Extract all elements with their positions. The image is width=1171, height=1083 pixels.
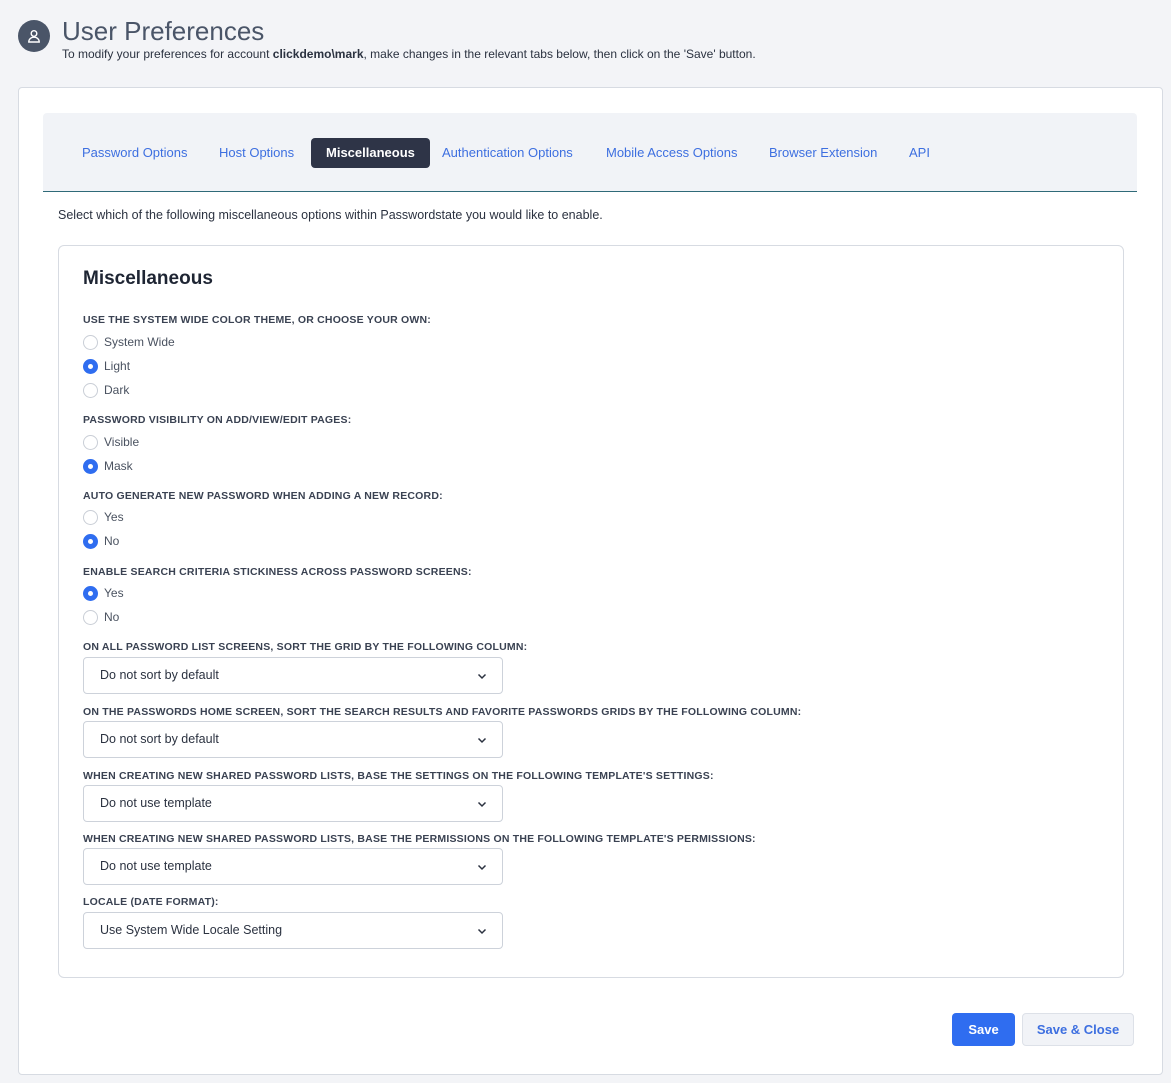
tab-password-options[interactable]: Password Options [67,138,203,168]
auto-generate-label: AUTO GENERATE NEW PASSWORD WHEN ADDING A… [83,490,443,502]
tab-api[interactable]: API [894,138,945,168]
miscellaneous-panel: Miscellaneous USE THE SYSTEM WIDE COLOR … [58,245,1124,978]
select-value: Do not use template [100,796,212,810]
chevron-down-icon [477,673,487,680]
preferences-card: Password Options Host Options Miscellane… [18,87,1163,1075]
radio-button[interactable] [83,533,98,549]
intro-text: Select which of the following miscellane… [58,208,603,222]
account-name: clickdemo\mark [272,47,364,61]
locale-select[interactable]: Use System Wide Locale Setting [83,912,503,949]
password-visibility-label: PASSWORD VISIBILITY ON ADD/VIEW/EDIT PAG… [83,414,352,426]
tab-browser-extension[interactable]: Browser Extension [754,138,892,168]
tab-miscellaneous[interactable]: Miscellaneous [311,138,430,168]
radio-button[interactable] [83,458,98,474]
radio-label: Yes [104,586,124,600]
radio-label: Yes [104,510,124,524]
template-settings-select[interactable]: Do not use template [83,785,503,822]
chevron-down-icon [477,801,487,808]
radio-label: System Wide [104,335,175,349]
radio-button[interactable] [83,434,98,450]
page-header: User Preferences To modify your preferen… [18,16,1158,68]
template-permissions-select[interactable]: Do not use template [83,848,503,885]
sort-list-label: ON ALL PASSWORD LIST SCREENS, SORT THE G… [83,641,528,653]
select-value: Do not sort by default [100,668,219,682]
radio-theme-dark[interactable]: Dark [83,381,129,399]
radio-label: No [104,610,120,624]
radio-label: Mask [104,459,133,473]
tab-mobile-access-options[interactable]: Mobile Access Options [591,138,753,168]
locale-label: LOCALE (DATE FORMAT): [83,896,219,908]
radio-theme-light[interactable]: Light [83,357,130,375]
radio-auto-generate-no[interactable]: No [83,532,119,550]
template-settings-label: WHEN CREATING NEW SHARED PASSWORD LISTS,… [83,770,714,782]
subtitle-suffix: , make changes in the relevant tabs belo… [363,47,756,61]
save-button[interactable]: Save [952,1013,1015,1046]
radio-visibility-mask[interactable]: Mask [83,457,133,475]
radio-visibility-visible[interactable]: Visible [83,433,139,451]
radio-button[interactable] [83,358,98,374]
radio-button[interactable] [83,382,98,398]
radio-auto-generate-yes[interactable]: Yes [83,508,124,526]
radio-button[interactable] [83,585,98,601]
page-title: User Preferences [62,16,265,46]
save-and-close-button[interactable]: Save & Close [1022,1013,1134,1046]
radio-button[interactable] [83,334,98,350]
search-stickiness-label: ENABLE SEARCH CRITERIA STICKINESS ACROSS… [83,566,472,578]
radio-label: No [104,534,120,548]
radio-theme-system-wide[interactable]: System Wide [83,333,175,351]
panel-title: Miscellaneous [83,268,213,289]
sort-list-select[interactable]: Do not sort by default [83,657,503,694]
user-icon [18,20,50,52]
tab-host-options[interactable]: Host Options [204,138,309,168]
template-permissions-label: WHEN CREATING NEW SHARED PASSWORD LISTS,… [83,833,756,845]
radio-button[interactable] [83,609,98,625]
sort-home-label: ON THE PASSWORDS HOME SCREEN, SORT THE S… [83,706,802,718]
select-value: Do not use template [100,859,212,873]
radio-button[interactable] [83,509,98,525]
select-value: Do not sort by default [100,732,219,746]
radio-stickiness-yes[interactable]: Yes [83,584,124,602]
chevron-down-icon [477,737,487,744]
tab-bar: Password Options Host Options Miscellane… [43,113,1137,192]
radio-label: Light [104,359,131,373]
chevron-down-icon [477,864,487,871]
tab-authentication-options[interactable]: Authentication Options [427,138,588,168]
select-value: Use System Wide Locale Setting [100,923,283,937]
radio-label: Dark [104,383,130,397]
sort-home-select[interactable]: Do not sort by default [83,721,503,758]
radio-label: Visible [104,435,140,449]
page-subtitle: To modify your preferences for account c… [62,47,756,61]
chevron-down-icon [477,928,487,935]
color-theme-label: USE THE SYSTEM WIDE COLOR THEME, OR CHOO… [83,314,431,326]
subtitle-prefix: To modify your preferences for account [62,47,273,61]
radio-stickiness-no[interactable]: No [83,608,119,626]
